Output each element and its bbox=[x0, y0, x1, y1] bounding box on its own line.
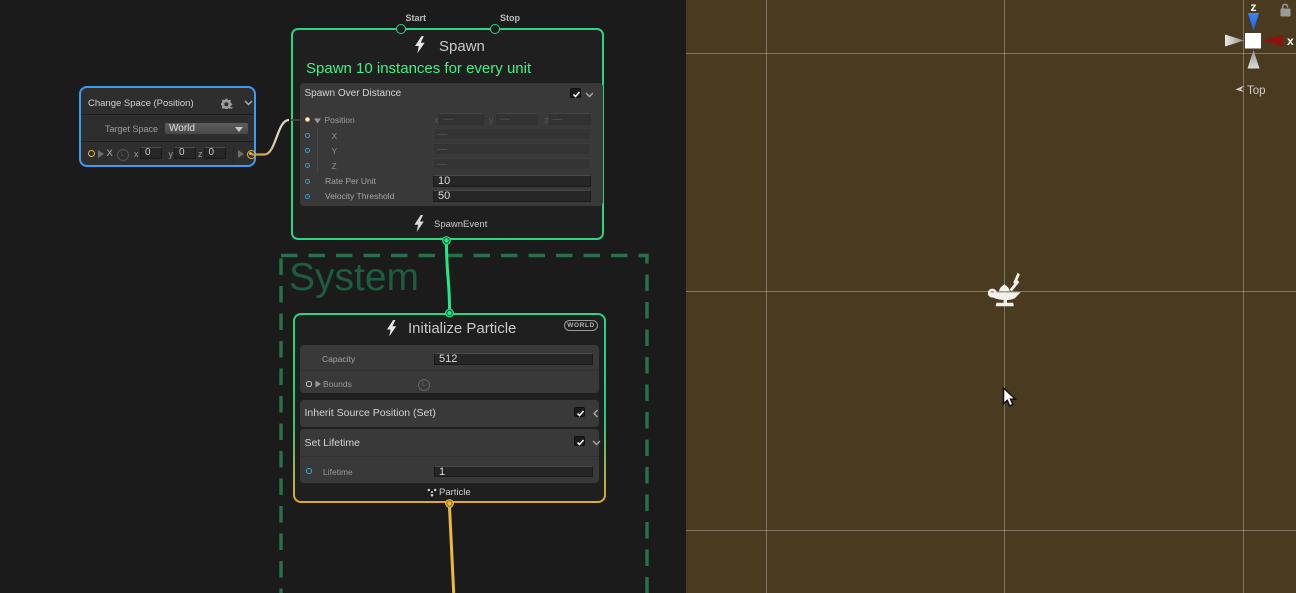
svg-text:z: z bbox=[1251, 0, 1257, 14]
svg-text:Top: Top bbox=[1247, 85, 1266, 97]
svg-text:x: x bbox=[1287, 34, 1294, 48]
